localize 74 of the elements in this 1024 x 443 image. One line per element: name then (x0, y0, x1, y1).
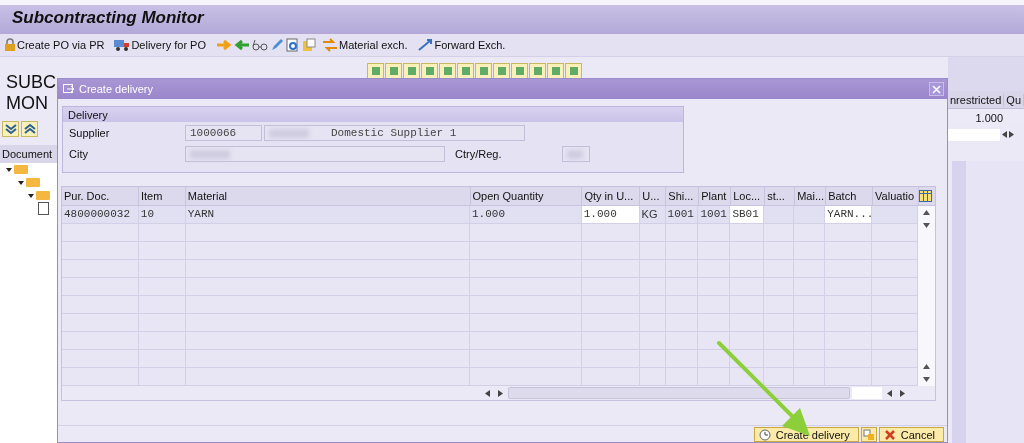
monitor-heading: SUBC MON (5, 71, 57, 115)
input-field[interactable] (948, 128, 1000, 141)
folder-icon (36, 191, 50, 200)
exchange-icon (322, 38, 338, 52)
input-cell[interactable]: YARN... (825, 206, 873, 224)
column-header[interactable]: Qty in U... (582, 187, 641, 206)
create-delivery-button[interactable]: Create delivery (753, 427, 859, 442)
field-label: Ctry/Reg. (454, 148, 503, 160)
toolbar-button[interactable]: Create PO via PR (4, 38, 111, 52)
column-header[interactable]: st... (765, 187, 796, 206)
document-icon (38, 202, 49, 215)
arrow-left-icon (234, 38, 250, 52)
scroll-down-icon[interactable] (923, 377, 930, 383)
window-title: Subcontracting Monitor (12, 8, 204, 28)
vertical-scrollbar[interactable] (918, 206, 935, 387)
refresh-icon (286, 38, 300, 52)
supplier-name-field: Domestic Supplier 1 (264, 125, 525, 141)
column-header[interactable]: Open Quantity (470, 187, 583, 206)
table-cell: 1001 (665, 206, 699, 224)
pencil-icon (270, 38, 284, 52)
input-cell[interactable]: SB01 (730, 206, 765, 224)
column-header[interactable]: Batch (826, 187, 874, 206)
cross-icon (883, 428, 896, 441)
column-header[interactable]: U... (640, 187, 667, 206)
field-label: Supplier (68, 127, 111, 139)
column-header[interactable]: Material (185, 187, 471, 206)
collapse-all-button[interactable] (21, 121, 38, 137)
toolbar-button[interactable]: Material exch. (322, 38, 414, 52)
toolbar-button[interactable]: Delivery for PO (114, 38, 212, 52)
table-cell-text: 1.000 (974, 111, 1003, 124)
forward-icon (417, 38, 434, 52)
scroll-down-icon[interactable] (923, 223, 930, 229)
column-header[interactable]: Mai... (795, 187, 827, 206)
table-cell: 1.000 (470, 206, 582, 224)
scroll-right-icon[interactable] (900, 389, 905, 397)
scroll-up-icon[interactable] (923, 364, 930, 370)
transfer-button[interactable] (860, 427, 877, 442)
column-header[interactable]: Shi... (666, 187, 700, 206)
column-header[interactable]: Loc... (731, 187, 766, 206)
table-row[interactable]: 4800000032 10 YARN 1.000 1.000 KG 1001 1001 SB01 YARN... (62, 206, 918, 225)
column-header: Qu (1004, 93, 1024, 106)
cancel-button[interactable]: Cancel (878, 427, 944, 442)
horizontal-scrollbar[interactable] (508, 387, 850, 400)
scroll-right-icon[interactable] (498, 389, 503, 397)
column-header[interactable]: Plant (699, 187, 732, 206)
table-cell: YARN (185, 206, 470, 224)
scroll-left-icon[interactable] (887, 389, 892, 397)
input-cell[interactable]: 1.000 (581, 206, 640, 224)
column-header[interactable]: Item (138, 187, 186, 206)
tree-column-header: Document (0, 145, 57, 163)
scroll-right-icon[interactable] (1009, 131, 1014, 138)
table-cell: 10 (138, 206, 186, 224)
group-title: Delivery (63, 107, 683, 122)
clock-icon (758, 428, 771, 441)
table-cell: 4800000032 (62, 206, 139, 224)
dialog-icon (63, 83, 75, 95)
expand-all-button[interactable] (2, 121, 19, 137)
scroll-left-icon[interactable] (1002, 131, 1007, 138)
supplier-id-field: 1000066 (185, 125, 262, 141)
scroll-up-icon[interactable] (923, 210, 930, 216)
dialog-title: Create delivery (79, 83, 153, 95)
folder-icon (14, 165, 28, 174)
lock-icon (4, 38, 16, 52)
close-button[interactable] (929, 82, 944, 96)
table-cell: KG (639, 206, 666, 224)
arrow-right-icon (216, 38, 232, 52)
glasses-icon (252, 38, 268, 52)
column-header[interactable]: Pur. Doc. (62, 187, 139, 206)
toolbar-button[interactable]: Forward Exch. (417, 38, 512, 52)
scroll-left-icon[interactable] (485, 389, 490, 397)
field-label: City (68, 148, 89, 160)
clipboard-icon (302, 38, 316, 52)
folder-icon (26, 178, 40, 187)
truck-icon (114, 38, 131, 52)
